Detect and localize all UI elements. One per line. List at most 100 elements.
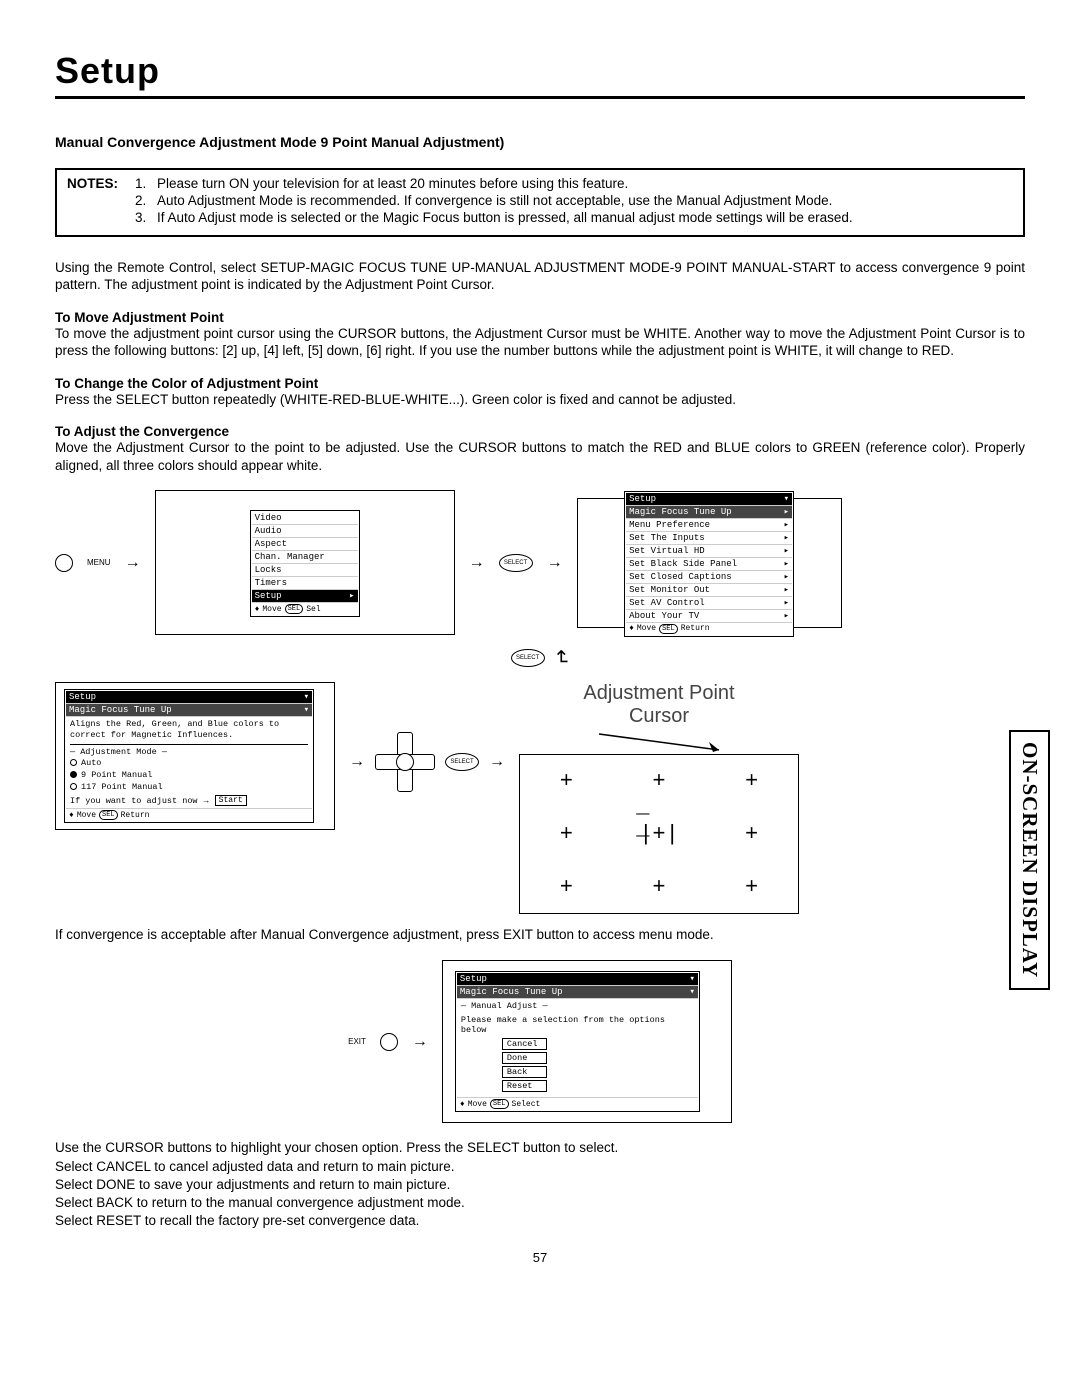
- osd-subtitle: Magic Focus Tune Up▾: [457, 986, 698, 999]
- osd-magic-focus: Setup▾ Magic Focus Tune Up▾ Aligns the R…: [64, 689, 314, 823]
- osd-frame-main-menu: Video Audio Aspect Chan. Manager Locks T…: [155, 490, 455, 635]
- osd-radio-option: Auto: [66, 757, 312, 769]
- osd-item: Menu Preference▸: [626, 519, 792, 532]
- arrow-pointer-icon: [589, 730, 729, 754]
- sub-heading-color: To Change the Color of Adjustment Point: [55, 376, 1025, 391]
- note-text: Auto Adjustment Mode is recommended. If …: [157, 193, 832, 210]
- osd-item-highlighted: Setup▸: [252, 590, 358, 603]
- osd-footer: ♦ Move SEL Select: [457, 1097, 698, 1110]
- diagram-row-1: MENU → Video Audio Aspect Chan. Manager …: [55, 490, 1025, 914]
- osd-footer: ♦ Move SEL Return: [626, 623, 792, 635]
- notes-box: NOTES: 1. Please turn ON your television…: [55, 168, 1025, 237]
- osd-title: Setup▾: [457, 973, 698, 986]
- after-adjustment-text: If convergence is acceptable after Manua…: [55, 926, 1025, 944]
- osd-item: Set Closed Captions▸: [626, 571, 792, 584]
- arrow-right-icon: →: [412, 1033, 428, 1051]
- osd-frame-manual-adjust: Setup▾ Magic Focus Tune Up▾ — Manual Adj…: [442, 960, 732, 1123]
- sub-heading-adjust: To Adjust the Convergence: [55, 424, 1025, 439]
- arrow-down-icon: ↵: [548, 650, 573, 667]
- sub-text-color: Press the SELECT button repeatedly (WHIT…: [55, 391, 1025, 409]
- osd-frame-magic-focus: Setup▾ Magic Focus Tune Up▾ Aligns the R…: [55, 682, 335, 830]
- osd-item: Set Black Side Panel▸: [626, 558, 792, 571]
- cross-icon: +: [745, 769, 758, 794]
- final-instructions: Use the CURSOR buttons to highlight your…: [55, 1139, 1025, 1230]
- adjustment-cursor-label: Adjustment PointCursor: [583, 682, 734, 728]
- osd-manual-adjust: Setup▾ Magic Focus Tune Up▾ — Manual Adj…: [455, 971, 700, 1112]
- osd-frame-setup-menu: Setup▾ Magic Focus Tune Up▸ Menu Prefere…: [577, 498, 842, 628]
- page-title: Setup: [55, 50, 1025, 92]
- osd-group-label: — Manual Adjust —: [457, 999, 698, 1013]
- cross-icon: +: [652, 875, 665, 900]
- arrow-right-icon: →: [125, 554, 141, 572]
- nine-point-pattern: + + + + _|+|_ + + + +: [519, 754, 799, 914]
- note-text: Please turn ON your television for at le…: [157, 176, 628, 193]
- cross-icon: +: [745, 875, 758, 900]
- osd-option-button: Cancel: [502, 1038, 547, 1050]
- instruction-line: Select CANCEL to cancel adjusted data an…: [55, 1158, 1025, 1176]
- diagram-row-2: Setup▾ Magic Focus Tune Up▾ Aligns the R…: [55, 682, 1025, 914]
- sub-text-adjust: Move the Adjustment Cursor to the point …: [55, 439, 1025, 474]
- osd-footer: ♦ Move SEL Return: [66, 808, 312, 821]
- notes-label: NOTES:: [67, 176, 135, 193]
- osd-radio-option-selected: 9 Point Manual: [66, 769, 312, 781]
- menu-button-icon: [55, 554, 73, 572]
- select-button-icon: SELECT: [511, 649, 545, 667]
- osd-item: Timers: [252, 577, 358, 590]
- dpad-icon: [375, 732, 435, 792]
- osd-item-highlighted: Magic Focus Tune Up▸: [626, 506, 792, 519]
- instruction-line: Select RESET to recall the factory pre-s…: [55, 1212, 1025, 1230]
- note-number: 1.: [135, 176, 157, 193]
- title-rule: [55, 96, 1025, 99]
- osd-description: Please make a selection from the options…: [457, 1013, 698, 1037]
- osd-hint: If you want to adjust now→Start: [66, 793, 312, 809]
- sub-text-move: To move the adjustment point cursor usin…: [55, 325, 1025, 360]
- arrow-right-icon: →: [489, 753, 505, 771]
- cross-icon: +: [745, 822, 758, 847]
- sub-heading-move: To Move Adjustment Point: [55, 310, 1025, 325]
- cross-icon: +: [560, 769, 573, 794]
- arrow-right-icon: →: [547, 554, 563, 572]
- osd-item: Set AV Control▸: [626, 597, 792, 610]
- osd-item: Set Virtual HD▸: [626, 545, 792, 558]
- osd-item: Video: [252, 512, 358, 525]
- osd-subtitle: Magic Focus Tune Up▾: [66, 704, 312, 717]
- osd-item: Locks: [252, 564, 358, 577]
- osd-setup-menu: Setup▾ Magic Focus Tune Up▸ Menu Prefere…: [624, 491, 794, 637]
- adjustment-cursor-icon: _|+|_: [639, 822, 679, 847]
- osd-item: Set Monitor Out▸: [626, 584, 792, 597]
- arrow-right-icon: →: [349, 753, 365, 771]
- arrow-right-icon: →: [469, 554, 485, 572]
- osd-title: Setup▾: [626, 493, 792, 506]
- start-button: Start: [215, 795, 247, 807]
- cross-icon: +: [560, 875, 573, 900]
- cross-icon: +: [652, 769, 665, 794]
- exit-button-label: EXIT: [348, 1037, 366, 1046]
- note-number: 2.: [135, 193, 157, 210]
- diagram-row-3: EXIT → Setup▾ Magic Focus Tune Up▾ — Man…: [55, 960, 1025, 1123]
- osd-item: Aspect: [252, 538, 358, 551]
- osd-radio-option: 117 Point Manual: [66, 781, 312, 793]
- osd-item: Chan. Manager: [252, 551, 358, 564]
- osd-item: About Your TV▸: [626, 610, 792, 623]
- osd-option-button: Back: [502, 1066, 547, 1078]
- osd-item: Audio: [252, 525, 358, 538]
- osd-item: Set The Inputs▸: [626, 532, 792, 545]
- osd-option-button: Reset: [502, 1080, 547, 1092]
- instruction-line: Use the CURSOR buttons to highlight your…: [55, 1139, 1025, 1157]
- instruction-line: Select DONE to save your adjustments and…: [55, 1176, 1025, 1194]
- note-number: 3.: [135, 210, 157, 227]
- cross-icon: +: [560, 822, 573, 847]
- page-number: 57: [55, 1250, 1025, 1265]
- osd-title: Setup▾: [66, 691, 312, 704]
- osd-option-button: Done: [502, 1052, 547, 1064]
- section-heading: Manual Convergence Adjustment Mode 9 Poi…: [55, 134, 1025, 150]
- diagram-select-line: SELECT ↵: [55, 645, 1025, 670]
- osd-footer: ♦ Move SEL Sel: [252, 603, 358, 615]
- menu-button-label: MENU: [87, 558, 111, 567]
- side-tab: ON-SCREEN DISPLAY: [1009, 730, 1050, 990]
- note-text: If Auto Adjust mode is selected or the M…: [157, 210, 853, 227]
- select-button-icon: SELECT: [445, 753, 479, 771]
- osd-main-menu: Video Audio Aspect Chan. Manager Locks T…: [250, 510, 360, 617]
- exit-button-icon: [380, 1033, 398, 1051]
- instruction-line: Select BACK to return to the manual conv…: [55, 1194, 1025, 1212]
